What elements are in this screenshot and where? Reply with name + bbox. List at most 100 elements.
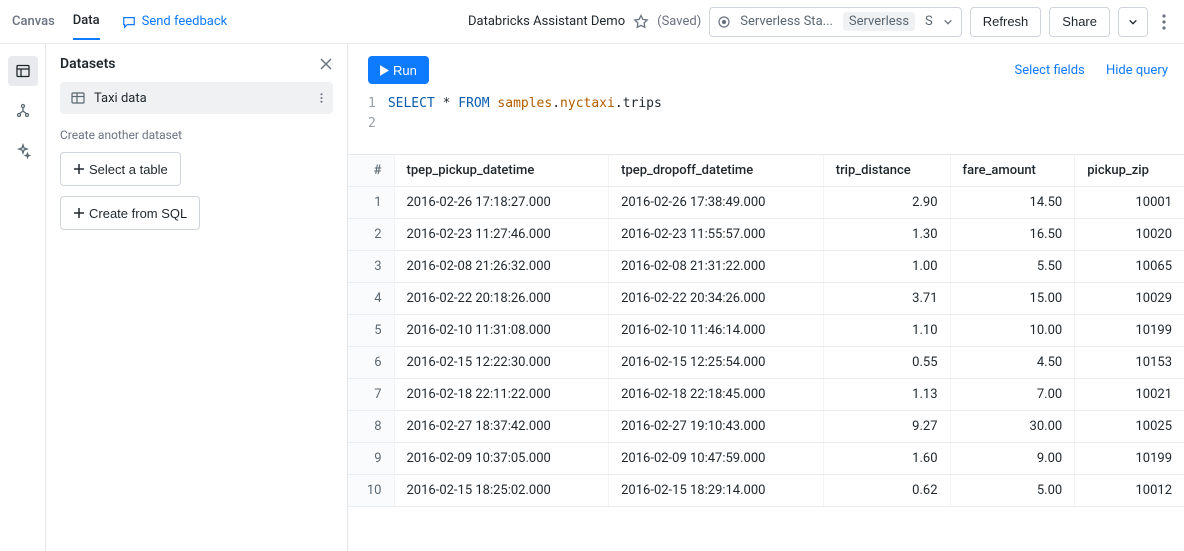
column-header[interactable]: tpep_dropoff_datetime — [609, 155, 824, 187]
column-header[interactable]: trip_distance — [823, 155, 950, 187]
cell: 2016-02-18 22:11:22.000 — [394, 379, 609, 411]
cell: 1.30 — [823, 219, 950, 251]
dataset-item-menu[interactable] — [320, 91, 323, 105]
top-bar: Canvas Data Send feedback Databricks Ass… — [0, 0, 1184, 44]
tab-data[interactable]: Data — [73, 3, 100, 40]
cell: 0.55 — [823, 347, 950, 379]
cell: 30.00 — [950, 411, 1075, 443]
table-icon — [70, 90, 86, 106]
column-header[interactable]: pickup_zip — [1075, 155, 1184, 187]
cell: 1.60 — [823, 443, 950, 475]
select-table-label: Select a table — [89, 162, 168, 177]
sidebar-title: Datasets — [60, 56, 116, 72]
table-row[interactable]: 12016-02-26 17:18:27.0002016-02-26 17:38… — [348, 187, 1184, 219]
table-row[interactable]: 52016-02-10 11:31:08.0002016-02-10 11:46… — [348, 315, 1184, 347]
cell: 2016-02-27 19:10:43.000 — [609, 411, 824, 443]
hide-query-link[interactable]: Hide query — [1106, 63, 1168, 78]
table-row[interactable]: 42016-02-22 20:18:26.0002016-02-22 20:34… — [348, 283, 1184, 315]
cell: 10199 — [1075, 315, 1184, 347]
plus-icon — [73, 163, 85, 175]
column-header[interactable]: # — [348, 155, 394, 187]
left-rail — [0, 44, 46, 551]
rail-assistant-icon[interactable] — [8, 136, 38, 166]
table-row[interactable]: 22016-02-23 11:27:46.0002016-02-23 11:55… — [348, 219, 1184, 251]
cell: 2016-02-27 18:37:42.000 — [394, 411, 609, 443]
main-panel: Run Select fields Hide query 12 SELECT *… — [348, 44, 1184, 551]
notebook-title[interactable]: Databricks Assistant Demo — [468, 14, 625, 29]
cell: 2.90 — [823, 187, 950, 219]
cell: 10020 — [1075, 219, 1184, 251]
cell: 7 — [348, 379, 394, 411]
rail-schema-icon[interactable] — [8, 96, 38, 126]
cell: 7.00 — [950, 379, 1075, 411]
cell: 4 — [348, 283, 394, 315]
editor-gutter: 12 — [368, 94, 376, 134]
star-icon[interactable] — [633, 14, 649, 30]
cell: 2016-02-18 22:18:45.000 — [609, 379, 824, 411]
cell: 16.50 — [950, 219, 1075, 251]
cell: 3 — [348, 251, 394, 283]
cell: 10.00 — [950, 315, 1075, 347]
cell: 2016-02-10 11:46:14.000 — [609, 315, 824, 347]
sql-editor[interactable]: 12 SELECT * FROM samples.nyctaxi.trips — [348, 90, 1184, 155]
cell: 2016-02-26 17:38:49.000 — [609, 187, 824, 219]
cell: 15.00 — [950, 283, 1075, 315]
compute-short: S — [921, 14, 937, 29]
close-icon[interactable] — [319, 57, 333, 71]
cell: 10025 — [1075, 411, 1184, 443]
cell: 2016-02-15 18:29:14.000 — [609, 475, 824, 507]
select-table-button[interactable]: Select a table — [60, 152, 181, 186]
cell: 2016-02-26 17:18:27.000 — [394, 187, 609, 219]
column-header[interactable]: tpep_pickup_datetime — [394, 155, 609, 187]
select-fields-link[interactable]: Select fields — [1015, 63, 1085, 78]
tab-canvas[interactable]: Canvas — [12, 4, 55, 39]
play-icon — [380, 65, 389, 76]
cell: 9.27 — [823, 411, 950, 443]
rail-datasets-icon[interactable] — [8, 56, 38, 86]
cell: 2016-02-09 10:47:59.000 — [609, 443, 824, 475]
compute-name: Serverless — [843, 12, 915, 31]
cell: 2016-02-23 11:27:46.000 — [394, 219, 609, 251]
cell: 10153 — [1075, 347, 1184, 379]
compute-status-icon — [718, 16, 730, 28]
cell: 5 — [348, 315, 394, 347]
column-header[interactable]: fare_amount — [950, 155, 1075, 187]
refresh-button[interactable]: Refresh — [970, 7, 1042, 37]
editor-code[interactable]: SELECT * FROM samples.nyctaxi.trips — [388, 94, 662, 134]
create-dataset-hint: Create another dataset — [60, 128, 333, 142]
cell: 1.13 — [823, 379, 950, 411]
table-body: 12016-02-26 17:18:27.0002016-02-26 17:38… — [348, 187, 1184, 507]
share-more-button[interactable] — [1118, 7, 1148, 37]
table-row[interactable]: 32016-02-08 21:26:32.0002016-02-08 21:31… — [348, 251, 1184, 283]
table-row[interactable]: 92016-02-09 10:37:05.0002016-02-09 10:47… — [348, 443, 1184, 475]
cell: 2016-02-15 18:25:02.000 — [394, 475, 609, 507]
cell: 10021 — [1075, 379, 1184, 411]
share-button[interactable]: Share — [1049, 7, 1110, 37]
table-row[interactable]: 82016-02-27 18:37:42.0002016-02-27 19:10… — [348, 411, 1184, 443]
cell: 2 — [348, 219, 394, 251]
table-row[interactable]: 72016-02-18 22:11:22.0002016-02-18 22:18… — [348, 379, 1184, 411]
cell: 14.50 — [950, 187, 1075, 219]
overflow-menu-button[interactable] — [1156, 10, 1172, 34]
chat-icon — [122, 15, 136, 29]
table-row[interactable]: 102016-02-15 18:25:02.0002016-02-15 18:2… — [348, 475, 1184, 507]
chevron-down-icon — [943, 17, 953, 27]
cell: 10199 — [1075, 443, 1184, 475]
cell: 2016-02-22 20:34:26.000 — [609, 283, 824, 315]
cell: 10012 — [1075, 475, 1184, 507]
table-row[interactable]: 62016-02-15 12:22:30.0002016-02-15 12:25… — [348, 347, 1184, 379]
results-table-wrap[interactable]: #tpep_pickup_datetimetpep_dropoff_dateti… — [348, 155, 1184, 551]
table-header-row: #tpep_pickup_datetimetpep_dropoff_dateti… — [348, 155, 1184, 187]
cell: 2016-02-08 21:31:22.000 — [609, 251, 824, 283]
create-from-sql-button[interactable]: Create from SQL — [60, 196, 200, 230]
saved-status: (Saved) — [657, 14, 701, 29]
compute-selector[interactable]: Serverless Sta... Serverless S — [709, 7, 962, 37]
cell: 5.50 — [950, 251, 1075, 283]
run-button[interactable]: Run — [368, 56, 429, 84]
cell: 10065 — [1075, 251, 1184, 283]
cell: 4.50 — [950, 347, 1075, 379]
send-feedback-link[interactable]: Send feedback — [122, 14, 228, 29]
dataset-item[interactable]: Taxi data — [60, 82, 333, 114]
cell: 2016-02-10 11:31:08.000 — [394, 315, 609, 347]
cell: 2016-02-15 12:22:30.000 — [394, 347, 609, 379]
